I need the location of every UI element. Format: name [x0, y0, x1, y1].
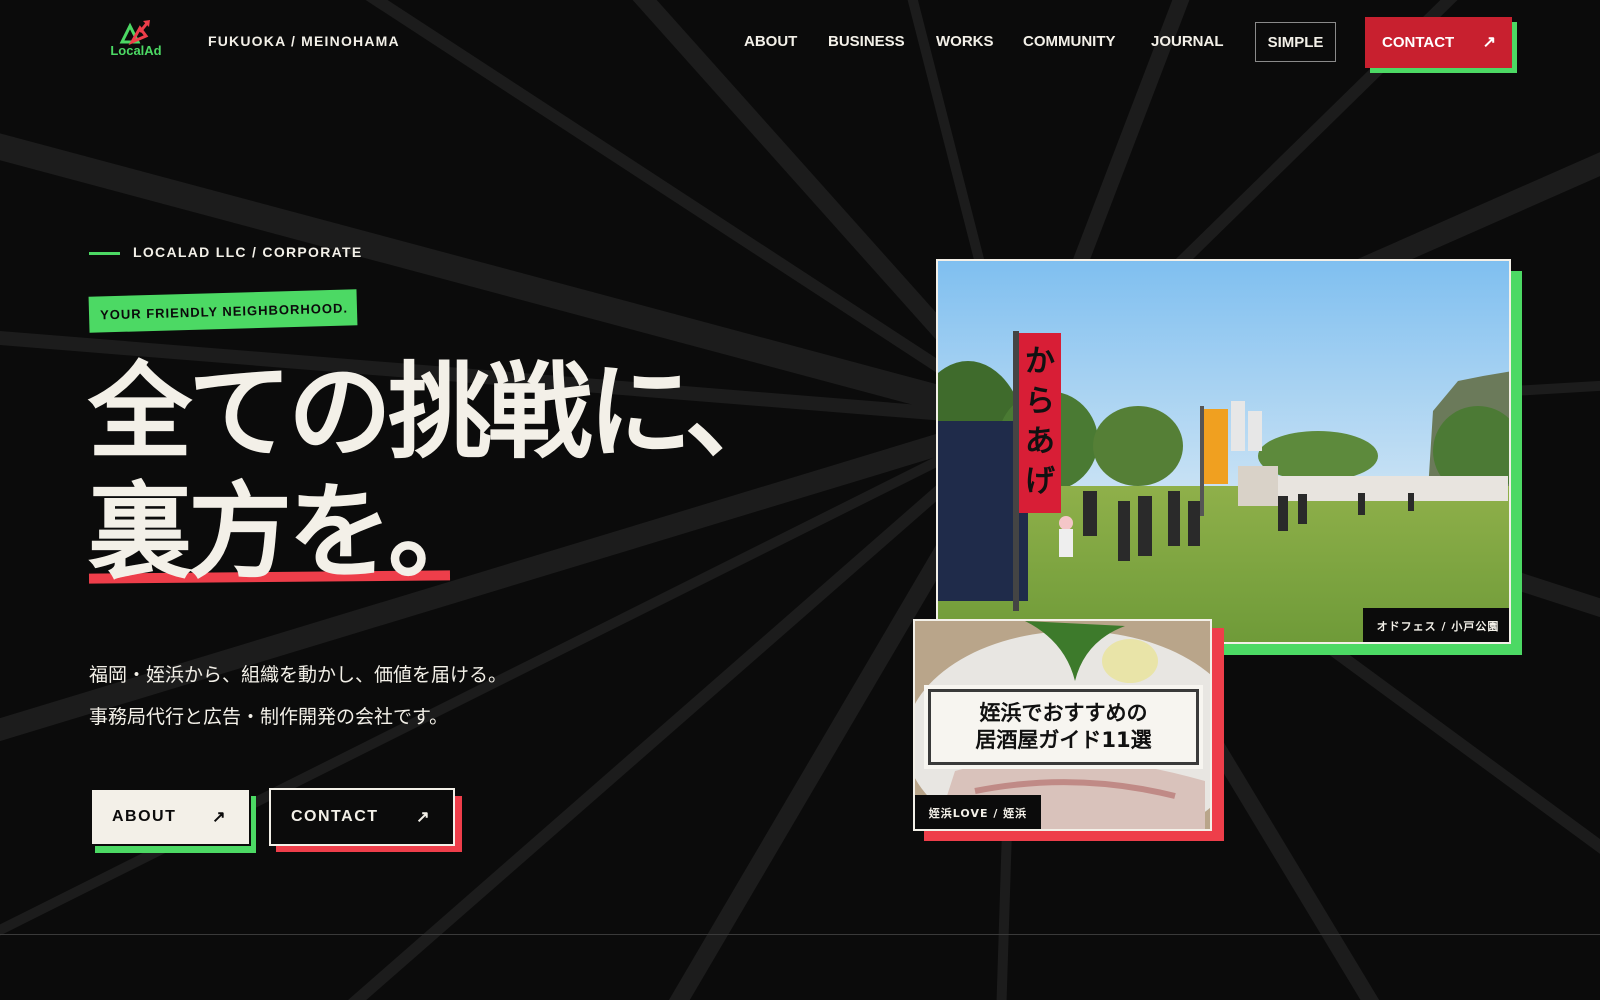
about-button-label: ABOUT [112, 808, 177, 825]
festival-photo-image: か ら あ げ [938, 261, 1509, 642]
eyebrow-label: LOCALAD LLC / CORPORATE [133, 244, 363, 260]
logo-text: LocalAd [110, 43, 162, 58]
flag-text-2: ら [1025, 384, 1055, 419]
localad-logo[interactable]: LocalAd [106, 18, 166, 60]
nav-about[interactable]: ABOUT [744, 33, 797, 53]
main-photo-caption: オドフェス / 小戸公園 [1363, 608, 1509, 642]
flag-text-3: あ [1025, 424, 1055, 459]
article-title-line-2: 居酒屋ガイド11選 [975, 728, 1152, 752]
hero-headline: 全ての挑戦に、 裏方を。 [88, 352, 808, 592]
tagline-badge: YOUR FRIENDLY NEIGHBORHOOD. [88, 289, 358, 333]
hero-about-button[interactable]: ABOUT ↗ [90, 788, 251, 846]
flag-text-1: か [1025, 344, 1055, 379]
arrow-icon: ↗ [212, 809, 227, 826]
logo-mark-icon [119, 20, 150, 46]
header-contact-label: CONTACT [1382, 34, 1455, 51]
sub-photo-caption: 姪浜LOVE / 姪浜 [915, 795, 1041, 829]
section-divider [0, 934, 1600, 935]
article-title-card: 姪浜でおすすめの 居酒屋ガイド11選 [924, 685, 1203, 769]
article-title-line-1: 姪浜でおすすめの [979, 701, 1148, 725]
contact-button-label: CONTACT [291, 808, 379, 825]
main-photo-festival[interactable]: か ら あ げ オドフェス / 小戸公園 [936, 259, 1511, 644]
hero-lead: 福岡・姪浜から、組織を動かし、価値を届ける。 事務局代行と広告・制作開発の会社で… [89, 654, 789, 738]
lead-line-2: 事務局代行と広告・制作開発の会社です。 [89, 706, 449, 728]
eyebrow-line [89, 252, 120, 255]
nav-business[interactable]: BUSINESS [828, 33, 905, 53]
header-contact-button[interactable]: CONTACT ↗ [1365, 17, 1512, 68]
site-header: LocalAd FUKUOKA / MEINOHAMA ABOUT BUSINE… [0, 0, 1600, 86]
nav-community[interactable]: COMMUNITY [1023, 33, 1116, 53]
headline-line-1: 全ての挑戦に、 [88, 351, 789, 473]
nav-journal[interactable]: JOURNAL [1151, 33, 1224, 53]
arrow-icon: ↗ [416, 809, 431, 826]
simple-mode-button[interactable]: SIMPLE [1255, 22, 1336, 62]
sub-photo-izakaya[interactable]: 姪浜でおすすめの 居酒屋ガイド11選 姪浜LOVE / 姪浜 [913, 619, 1212, 831]
lead-line-1: 福岡・姪浜から、組織を動かし、価値を届ける。 [89, 664, 508, 686]
nav-works[interactable]: WORKS [936, 33, 994, 53]
location-label: FUKUOKA / MEINOHAMA [208, 33, 400, 49]
hero-contact-button[interactable]: CONTACT ↗ [269, 788, 455, 846]
flag-text-4: げ [1025, 464, 1056, 499]
headline-line-2: 裏方を。 [88, 471, 492, 593]
arrow-icon: ↗ [1482, 34, 1496, 51]
